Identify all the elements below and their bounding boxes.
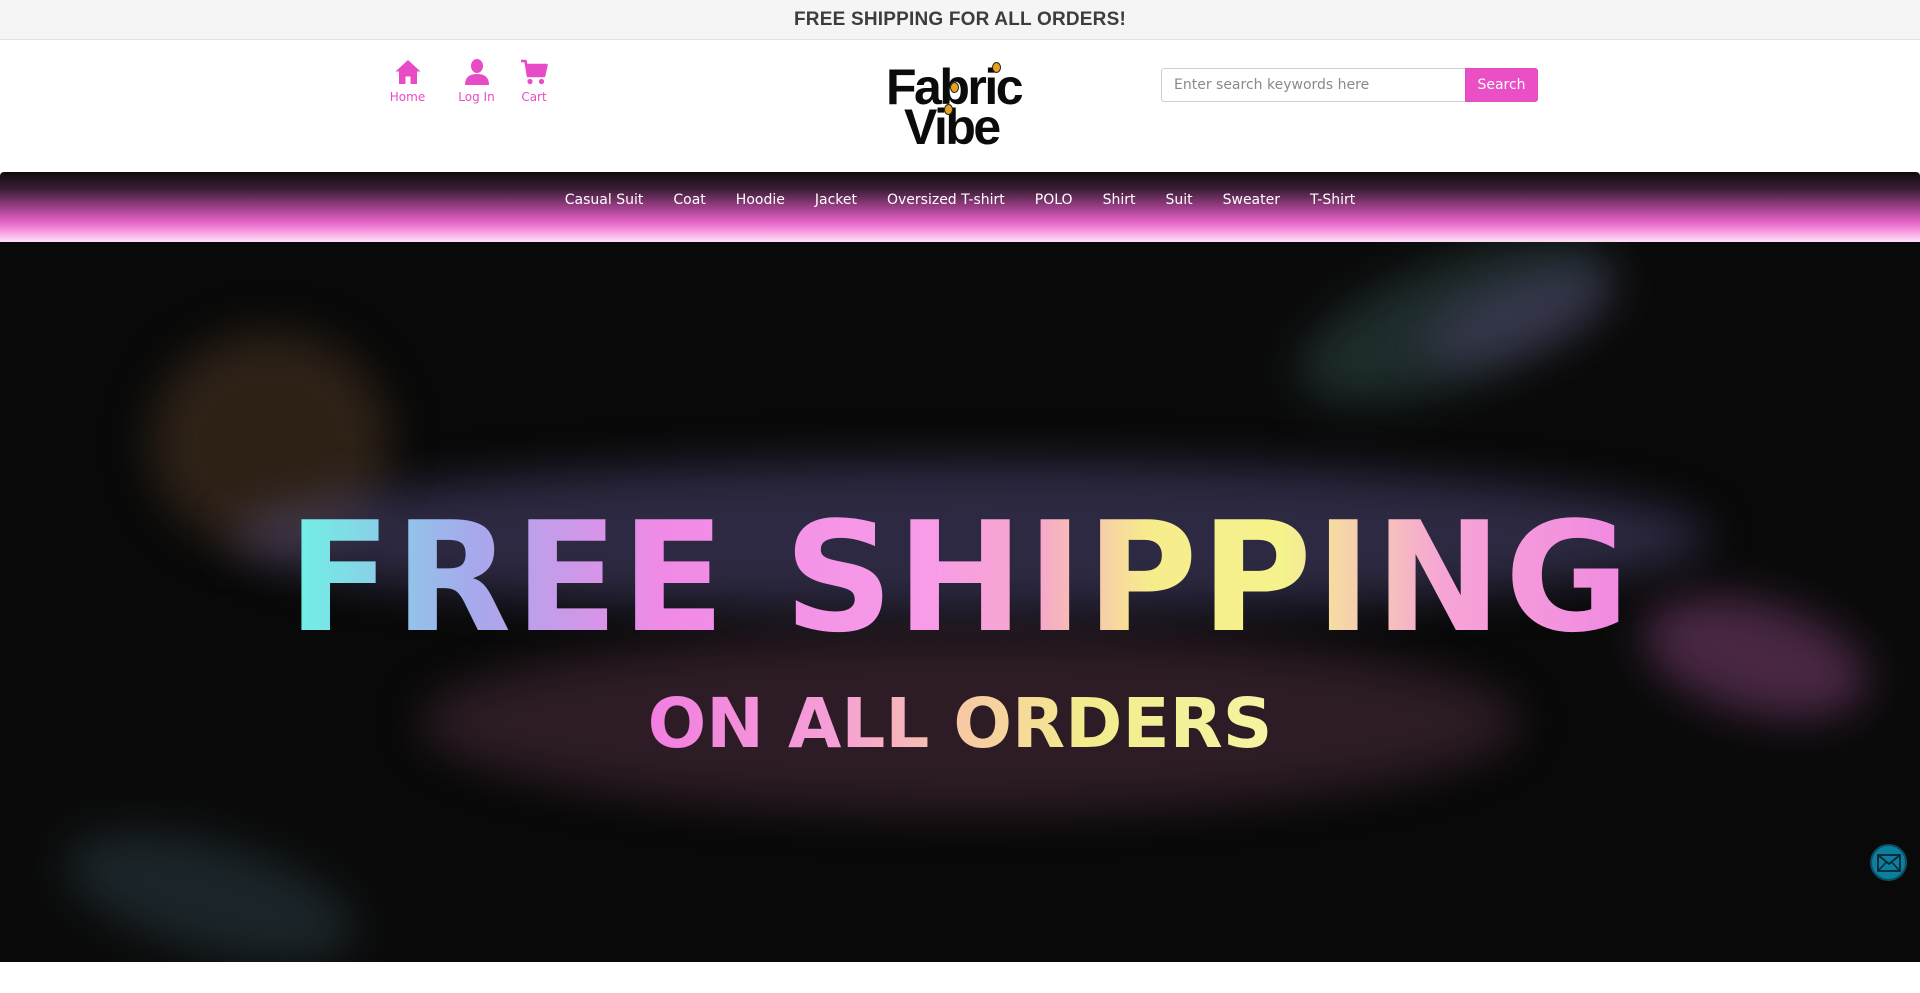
category-item: Sweater xyxy=(1223,189,1280,208)
category-link-oversized-tshirt[interactable]: Oversized T-shirt xyxy=(887,192,1005,208)
hero-subtitle-text: ON ALL ORDERS xyxy=(647,684,1273,764)
cart-link[interactable]: Cart xyxy=(514,58,554,104)
category-link-coat[interactable]: Coat xyxy=(673,192,705,208)
cart-icon xyxy=(521,59,548,85)
category-link-suit[interactable]: Suit xyxy=(1165,192,1192,208)
category-item: Shirt xyxy=(1103,189,1136,208)
category-link-casual-suit[interactable]: Casual Suit xyxy=(565,192,644,208)
login-label: Log In xyxy=(458,90,495,104)
contact-mail-button[interactable] xyxy=(1870,844,1907,881)
hero-title: FREE SHIPPING xyxy=(0,502,1920,654)
category-link-shirt[interactable]: Shirt xyxy=(1103,192,1136,208)
hero-title-text: FREE SHIPPING xyxy=(287,489,1633,666)
category-link-jacket[interactable]: Jacket xyxy=(815,192,857,208)
category-item: T-Shirt xyxy=(1310,189,1355,208)
search-form: Search xyxy=(1161,68,1538,102)
hero-banner[interactable]: FREE SHIPPING ON ALL ORDERS xyxy=(0,242,1920,962)
cart-label: Cart xyxy=(521,90,547,104)
home-label: Home xyxy=(389,90,426,104)
category-item: Coat xyxy=(673,189,705,208)
category-item: Oversized T-shirt xyxy=(887,189,1005,208)
user-icon xyxy=(464,59,489,85)
category-link-tshirt[interactable]: T-Shirt xyxy=(1310,192,1355,208)
category-item: Suit xyxy=(1165,189,1192,208)
quick-nav: Home Log In Cart xyxy=(380,58,554,104)
search-input[interactable] xyxy=(1161,68,1465,102)
bee-icon xyxy=(992,62,1001,73)
hero-subtitle: ON ALL ORDERS xyxy=(0,690,1920,759)
bee-icon xyxy=(944,104,953,115)
login-link[interactable]: Log In xyxy=(449,58,504,104)
home-icon xyxy=(395,60,420,84)
search-button[interactable]: Search xyxy=(1465,68,1538,102)
category-link-hoodie[interactable]: Hoodie xyxy=(736,192,785,208)
category-link-sweater[interactable]: Sweater xyxy=(1223,192,1280,208)
bee-icon xyxy=(950,82,959,93)
site-header: Home Log In Cart Fabric Vibe Search xyxy=(0,40,1920,172)
category-link-polo[interactable]: POLO xyxy=(1035,192,1073,208)
category-nav: Casual Suit Coat Hoodie Jacket Oversized… xyxy=(0,172,1920,242)
announcement-text: FREE SHIPPING FOR ALL ORDERS! xyxy=(794,8,1126,30)
announcement-bar: FREE SHIPPING FOR ALL ORDERS! xyxy=(0,0,1920,40)
home-link[interactable]: Home xyxy=(380,58,435,104)
category-item: Jacket xyxy=(815,189,857,208)
mail-icon xyxy=(1876,853,1901,872)
category-item: Casual Suit xyxy=(565,189,644,208)
site-logo[interactable]: Fabric Vibe xyxy=(884,60,1034,152)
category-item: Hoodie xyxy=(736,189,785,208)
category-item: POLO xyxy=(1035,189,1073,208)
hero-glow xyxy=(50,805,370,962)
